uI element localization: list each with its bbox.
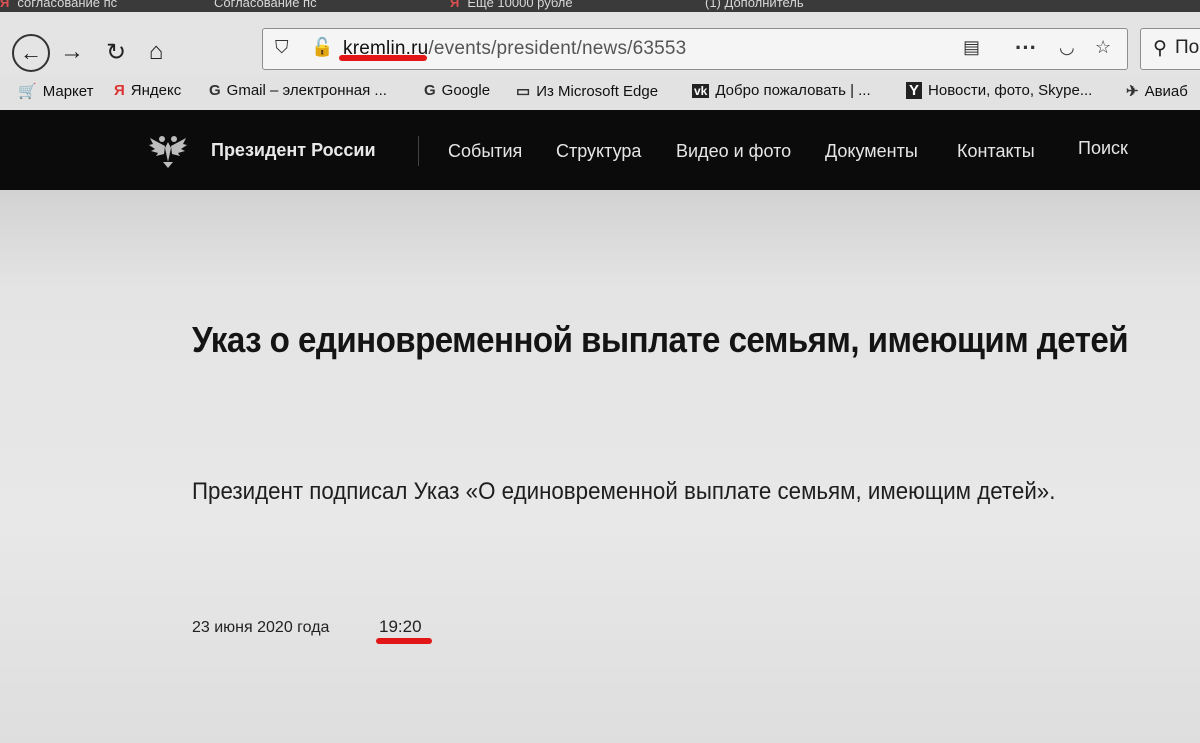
search-box[interactable]: ⚲ По	[1140, 28, 1200, 70]
pocket-icon[interactable]: ◡	[1059, 37, 1075, 58]
vk-icon: vk	[692, 84, 710, 98]
bookmark-star-icon[interactable]: ☆	[1095, 37, 1111, 58]
arrow-left-icon: ←	[20, 40, 42, 65]
url-red-underline	[339, 55, 427, 61]
tab-4[interactable]: (1) Дополнитель	[705, 0, 804, 12]
eagle-emblem-icon[interactable]	[148, 132, 188, 168]
bookmark-gmail[interactable]: G Gmail – электронная ...	[209, 82, 387, 99]
article-content: Указ о единовременной выплате семьям, им…	[0, 190, 1200, 743]
bookmark-news[interactable]: Y Новости, фото, Skype...	[906, 82, 1092, 99]
bookmark-yandex[interactable]: Я Яндекс	[114, 82, 181, 99]
yandex-icon: Я	[0, 0, 10, 10]
menu-documents[interactable]: Документы	[825, 141, 918, 162]
header-divider	[418, 136, 419, 166]
menu-contacts[interactable]: Контакты	[957, 141, 1035, 162]
google-icon: G	[209, 82, 221, 99]
plane-icon: ✈	[1126, 83, 1139, 100]
site-title[interactable]: Президент России	[211, 140, 376, 161]
address-bar[interactable]: ⛉ 🔓 kremlin.ru/events/president/news/635…	[262, 28, 1128, 70]
arrow-right-icon: →	[60, 38, 84, 65]
cart-icon: 🛒	[18, 83, 37, 100]
home-button[interactable]: ⌂	[138, 34, 174, 70]
news-icon: Y	[906, 82, 923, 99]
yandex-icon: Я	[114, 82, 125, 99]
tab-3[interactable]: Я Еще 10000 рубле	[450, 0, 573, 12]
article-headline: Указ о единовременной выплате семьям, им…	[192, 319, 1129, 360]
reader-view-icon[interactable]: ▤	[963, 37, 980, 58]
menu-video-photo[interactable]: Видео и фото	[676, 141, 791, 162]
reload-icon: ↻	[105, 38, 127, 66]
forward-button[interactable]: →	[54, 34, 90, 70]
folder-icon: ▭	[516, 83, 531, 100]
bookmark-folder-edge[interactable]: ▭ Из Microsoft Edge	[516, 82, 658, 100]
browser-toolbar: ← → ↻ ⌂ ⛉ 🔓 kremlin.ru/events/president/…	[0, 12, 1200, 76]
menu-structure[interactable]: Структура	[556, 141, 641, 162]
more-icon[interactable]: ···	[1015, 35, 1037, 61]
search-placeholder: По	[1175, 37, 1200, 58]
tab-strip: Ясогласование пс Согласование пс Я Еще 10…	[0, 0, 1200, 12]
article-lead: Президент подписал Указ «О единовременно…	[192, 478, 1056, 505]
google-icon: G	[424, 82, 436, 99]
insecure-lock-icon[interactable]: 🔓	[311, 37, 333, 58]
shield-icon[interactable]: ⛉	[275, 37, 289, 58]
tab-2[interactable]: Согласование пс	[214, 0, 317, 12]
site-header: Президент России События Структура Видео…	[0, 110, 1200, 190]
yandex-icon: Я	[450, 0, 460, 10]
bookmark-google[interactable]: G Google	[424, 82, 490, 99]
menu-events[interactable]: События	[448, 141, 522, 162]
search-icon: ⚲	[1153, 38, 1167, 59]
tab-1[interactable]: Ясогласование пс	[0, 0, 117, 12]
bookmark-avia[interactable]: ✈ Авиаб	[1126, 82, 1188, 100]
back-button[interactable]: ←	[12, 34, 50, 72]
bookmark-vk[interactable]: vk Добро пожаловать | ...	[692, 82, 871, 99]
bookmarks-bar: 🛒 Маркет Я Яндекс G Gmail – электронная ...…	[0, 76, 1200, 110]
reload-button[interactable]: ↻	[98, 34, 134, 70]
article-time: 19:20	[379, 617, 422, 636]
home-icon: ⌂	[148, 38, 164, 65]
menu-search[interactable]: Поиск	[1078, 138, 1128, 159]
article-date: 23 июня 2020 года	[192, 619, 330, 636]
bookmark-market[interactable]: 🛒 Маркет	[18, 82, 93, 100]
time-red-underline	[376, 638, 432, 644]
